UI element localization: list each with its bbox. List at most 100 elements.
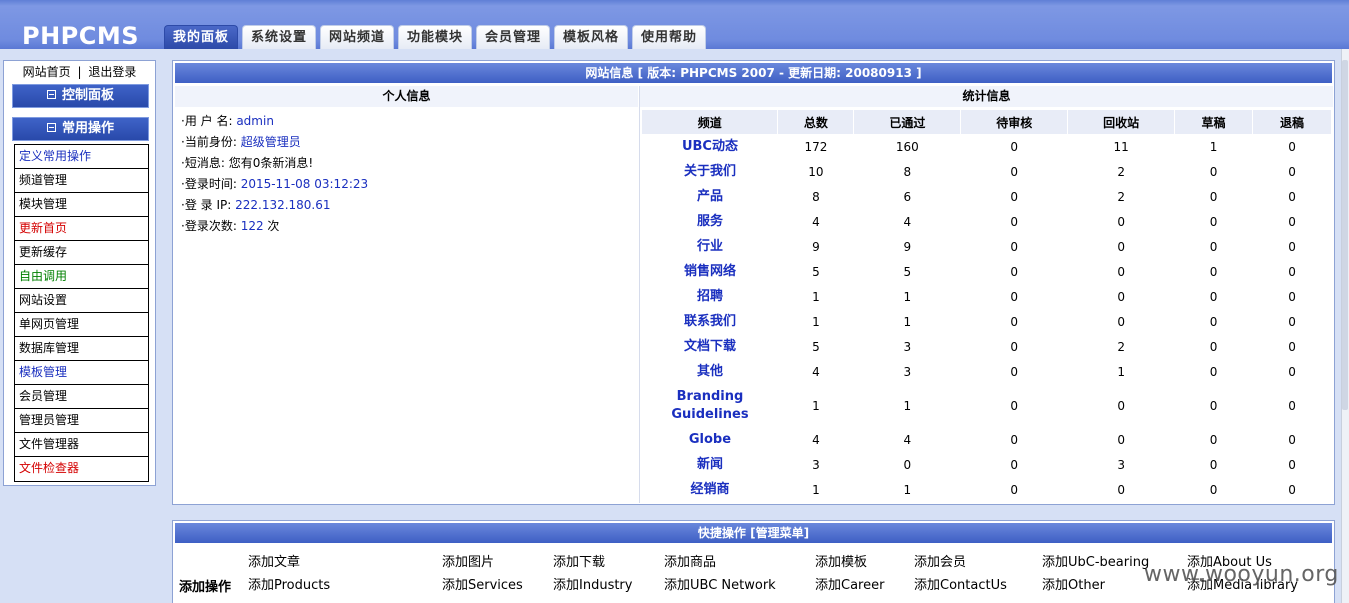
- channel-link[interactable]: 新闻: [642, 452, 778, 477]
- login-count-row: ·登录次数: 122 次: [181, 218, 279, 234]
- quick-op-link[interactable]: 添加UBC Network: [664, 574, 776, 593]
- sidebar-item-admins[interactable]: 管理员管理: [15, 409, 148, 433]
- tab-help[interactable]: 使用帮助: [632, 25, 706, 49]
- quick-op-link[interactable]: 添加UbC-bearing: [1042, 551, 1149, 570]
- tab-templates[interactable]: 模板风格: [554, 25, 628, 49]
- quick-op-link[interactable]: 添加Other: [1042, 574, 1105, 593]
- channel-link[interactable]: 行业: [642, 234, 778, 259]
- table-cell: 9: [812, 239, 820, 254]
- sidebar-item-members[interactable]: 会员管理: [15, 385, 148, 409]
- table-cell: 0: [1209, 239, 1218, 254]
- watermark: www.wooyun.org: [1144, 562, 1339, 587]
- column-header: 频道: [642, 110, 779, 134]
- sidebar-item-file-manager[interactable]: 文件管理器: [15, 433, 148, 457]
- quick-op-link[interactable]: 添加模板: [815, 551, 867, 570]
- quick-op-link[interactable]: 添加Products: [248, 574, 330, 593]
- login-count-value: 122: [240, 219, 264, 233]
- table-cell: 0: [1288, 482, 1296, 497]
- quick-op-link[interactable]: 添加图片: [442, 551, 494, 570]
- table-cell: 0: [1209, 189, 1218, 204]
- sidebar-item-free-call[interactable]: 自由调用: [15, 265, 148, 289]
- tab-members[interactable]: 会员管理: [476, 25, 550, 49]
- sidebar-item-channel-management[interactable]: 频道管理: [15, 169, 148, 193]
- channel-link[interactable]: Globe: [642, 427, 778, 452]
- sidebar-item-update-homepage[interactable]: 更新首页: [15, 217, 148, 241]
- quick-op-link[interactable]: 添加Industry: [553, 574, 632, 593]
- channel-link[interactable]: 联系我们: [642, 309, 778, 334]
- channel-link[interactable]: 关于我们: [642, 159, 778, 184]
- login-time-value: 2015-11-08 03:12:23: [240, 177, 369, 191]
- table-header-row: 频道 总数 已通过 待审核 回收站 草稿 退稿: [642, 110, 1332, 134]
- quick-op-link[interactable]: 添加会员: [914, 551, 966, 570]
- table-cell: 1: [903, 289, 912, 304]
- table-cell: 0: [1117, 398, 1125, 413]
- table-cell: 0: [1209, 264, 1218, 279]
- personal-info-heading: 个人信息: [175, 86, 638, 107]
- table-cell: 0: [1288, 432, 1296, 447]
- table-row: 其他 4 3 0 1 0 0: [642, 359, 1332, 384]
- sidebar-item-update-cache[interactable]: 更新缓存: [15, 241, 148, 265]
- sidebar-item-file-checker[interactable]: 文件检查器: [15, 457, 148, 481]
- table-cell: 0: [1288, 189, 1296, 204]
- table-cell: 0: [1209, 432, 1218, 447]
- table-cell: 0: [1010, 432, 1019, 447]
- tab-system-settings[interactable]: 系统设置: [242, 25, 316, 49]
- table-cell: 4: [812, 432, 820, 447]
- app-logo: PHPCMS: [22, 22, 140, 50]
- quick-op-link[interactable]: 添加Services: [442, 574, 523, 593]
- common-ops-header[interactable]: 常用操作: [12, 117, 149, 141]
- statistics-heading: 统计信息: [640, 86, 1333, 107]
- statistics: 统计信息 频道 总数 已通过 待审核 回收站 草稿 退稿 UBC动态 172 160 0 11 1 0 关…: [639, 86, 1333, 503]
- quick-op-link[interactable]: 添加商品: [664, 551, 716, 570]
- sidebar-item-module-management[interactable]: 模块管理: [15, 193, 148, 217]
- sidebar-links: 网站首页 | 退出登录: [4, 63, 155, 81]
- table-cell: 0: [1010, 239, 1019, 254]
- table-cell: 6: [903, 189, 912, 204]
- table-cell: 4: [812, 364, 820, 379]
- table-cell: 0: [1010, 189, 1019, 204]
- scrollbar-thumb[interactable]: [1342, 60, 1348, 410]
- table-row: 关于我们 10 8 0 2 0 0: [642, 159, 1332, 184]
- quick-op-link[interactable]: 添加Career: [815, 574, 884, 593]
- tab-modules[interactable]: 功能模块: [398, 25, 472, 49]
- channel-link[interactable]: 销售网络: [642, 259, 778, 284]
- login-count-label: ·登录次数:: [181, 219, 237, 233]
- table-cell: 1: [903, 398, 912, 413]
- logout-link[interactable]: 退出登录: [88, 65, 136, 79]
- table-cell: 0: [903, 457, 912, 472]
- message-row: ·短消息: 您有0条新消息!: [181, 155, 313, 171]
- table-cell: 5: [812, 339, 820, 354]
- tab-site-channels[interactable]: 网站频道: [320, 25, 394, 49]
- sidebar-item-site-settings[interactable]: 网站设置: [15, 289, 148, 313]
- quick-op-link[interactable]: 添加下载: [553, 551, 605, 570]
- role-value: 超级管理员: [240, 135, 301, 149]
- table-cell: 0: [1117, 214, 1125, 229]
- quick-op-link[interactable]: 添加ContactUs: [914, 574, 1007, 593]
- home-link[interactable]: 网站首页: [23, 65, 71, 79]
- message-label: ·短消息:: [181, 156, 225, 170]
- quick-op-link[interactable]: 添加文章: [248, 551, 300, 570]
- channel-link[interactable]: 经销商: [642, 477, 778, 502]
- channel-link[interactable]: 招聘: [642, 284, 778, 309]
- channel-link[interactable]: UBC动态: [642, 134, 778, 159]
- sidebar-item-templates[interactable]: 模板管理: [15, 361, 148, 385]
- sidebar-item-define-common-ops[interactable]: 定义常用操作: [15, 145, 148, 169]
- channel-link[interactable]: 服务: [642, 209, 778, 234]
- message-value[interactable]: 您有0条新消息!: [229, 156, 313, 170]
- channel-link[interactable]: Branding Guidelines: [642, 384, 778, 427]
- sidebar-item-single-page[interactable]: 单网页管理: [15, 313, 148, 337]
- table-cell: 0: [1288, 398, 1296, 413]
- control-panel-button[interactable]: 控制面板: [12, 84, 149, 108]
- table-cell: 0: [1288, 139, 1296, 154]
- channel-link[interactable]: 文档下载: [642, 334, 778, 359]
- table-cell: 0: [1010, 164, 1019, 179]
- table-cell: 2: [1117, 164, 1125, 179]
- sidebar-menu: 定义常用操作 频道管理 模块管理 更新首页 更新缓存 自由调用 网站设置 单网页…: [14, 144, 149, 482]
- table-cell: 1: [903, 482, 912, 497]
- channel-link[interactable]: 产品: [642, 184, 778, 209]
- login-count-unit: 次: [267, 219, 280, 233]
- sidebar-item-database[interactable]: 数据库管理: [15, 337, 148, 361]
- channel-link[interactable]: 其他: [642, 359, 778, 384]
- table-cell: 0: [1117, 264, 1125, 279]
- tab-my-panel[interactable]: 我的面板: [164, 25, 238, 49]
